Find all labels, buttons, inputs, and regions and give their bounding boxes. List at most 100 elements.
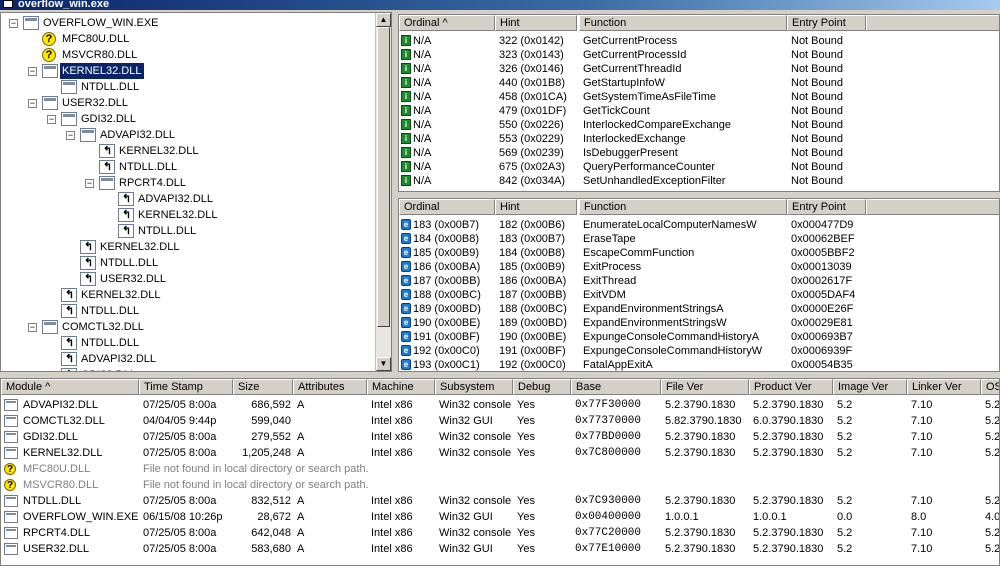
collapse-toggle-icon[interactable]: − (9, 19, 18, 28)
module-row[interactable]: COMCTL32.DLL 04/04/05 9:44p 599,040 Intel x… (1, 413, 999, 429)
cell: 190 (0x00BE) (413, 317, 481, 329)
column-header[interactable]: Linker Ver (907, 379, 981, 395)
column-header[interactable]: Ordinal (399, 199, 495, 215)
module-row[interactable]: GDI32.DLL 07/25/05 8:00a 279,552 A Intel x86… (1, 429, 999, 445)
list-row[interactable]: i N/A 440 (0x01B8) GetStartupInfoW Not Bound (399, 76, 999, 90)
cell: 5.2 (837, 495, 853, 507)
column-header[interactable]: Debug (513, 379, 571, 395)
column-header[interactable]: Function (579, 15, 787, 31)
list-row[interactable]: e 193 (0x00C1) 192 (0x00C0) FatalAppExitA 0x… (399, 358, 999, 371)
module-row[interactable]: NTDLL.DLL 07/25/05 8:00a 832,512 A Intel x86… (1, 493, 1000, 509)
list-row[interactable]: i N/A 323 (0x0143) GetCurrentProcessId Not B… (399, 48, 999, 62)
column-header[interactable]: Machine (367, 379, 435, 395)
module-list[interactable]: Module ^ Time Stamp Size Attributes Machine S… (0, 378, 1000, 566)
list-row[interactable]: e 192 (0x00C0) 191 (0x00BF) ExpungeConsoleC… (399, 344, 999, 358)
module-row[interactable]: OVERFLOW_WIN.EXE 06/15/08 10:26p 28,672 A In… (1, 509, 999, 525)
export-function-icon: e (401, 233, 411, 244)
list-row[interactable]: e 186 (0x00BA) 185 (0x00B9) ExitProcess 0x00… (399, 260, 999, 274)
list-row[interactable]: e 185 (0x00B9) 184 (0x00B8) EscapeCommFunct… (399, 246, 999, 260)
cell: 7.10 (911, 447, 933, 459)
cell: 583,680 (251, 543, 291, 555)
column-header[interactable]: Function (579, 199, 787, 215)
exports-list[interactable]: Ordinal Hint Function Entry Point e 183 (0x0… (398, 198, 1000, 372)
list-row[interactable]: e 187 (0x00BB) 186 (0x00BA) ExitThread 0x000… (399, 274, 999, 288)
tree-node-label: RPCRT4.DLL (119, 177, 187, 189)
list-row[interactable]: e 183 (0x00B7) 182 (0x00B6) EnumerateLocalC… (399, 218, 999, 232)
collapse-toggle-icon[interactable]: − (28, 323, 37, 332)
list-row[interactable]: e 190 (0x00BE) 189 (0x00BD) ExpandEnvironme… (399, 316, 999, 330)
column-header-filler (866, 199, 999, 215)
list-row[interactable]: i N/A 479 (0x01DF) GetTickCount Not Bound (399, 104, 999, 118)
column-header[interactable]: Hint (495, 199, 577, 215)
cell: 5.2.3790.1830 (753, 527, 824, 539)
collapse-toggle-icon[interactable]: − (85, 179, 94, 188)
cell: 7.10 (911, 431, 933, 443)
export-function-icon: e (401, 219, 411, 230)
cell: 5.2.3790.1830 (753, 399, 824, 411)
list-row[interactable]: i N/A 569 (0x0239) IsDebuggerPresent Not Bou… (399, 146, 999, 160)
tree-node-label: NTDLL.DLL (81, 81, 140, 93)
module-row[interactable]: RPCRT4.DLL 07/25/05 8:00a 642,048 A Intel x8… (1, 525, 999, 541)
parent-imports-list[interactable]: Ordinal ^ Hint Function Entry Point i N/A 322… (398, 14, 1000, 192)
list-row[interactable]: e 184 (0x00B8) 183 (0x00B7) EraseTape 0x0006… (399, 232, 999, 246)
column-header[interactable]: Product Ver (749, 379, 833, 395)
module-row[interactable]: USER32.DLL 07/25/05 8:00a 583,680 A Intel x8… (1, 541, 999, 557)
column-header[interactable]: OS (981, 379, 999, 395)
column-header[interactable]: Module ^ (1, 379, 139, 395)
column-header[interactable]: Entry Point (787, 199, 866, 215)
column-header[interactable]: Time Stamp (139, 379, 233, 395)
column-header[interactable]: Subsystem (435, 379, 513, 395)
column-header[interactable]: File Ver (661, 379, 749, 395)
module-row[interactable]: ? MFC80U.DLL File not found in local direc… (1, 461, 999, 477)
list-row[interactable]: e 191 (0x00BF) 190 (0x00BE) ExpungeConsoleC… (399, 330, 999, 344)
collapse-toggle-icon[interactable]: − (66, 131, 75, 140)
scroll-thumb[interactable] (377, 27, 390, 327)
cell: Yes (517, 527, 535, 539)
scroll-up-arrow-icon[interactable]: ▲ (376, 13, 391, 27)
collapse-toggle-icon[interactable]: − (28, 99, 37, 108)
forwarded-module-icon (61, 335, 77, 351)
module-row[interactable]: KERNEL32.DLL 07/25/05 8:00a 1,205,248 A Inte… (1, 445, 999, 461)
cell: Yes (517, 447, 535, 459)
list-row[interactable]: i N/A 458 (0x01CA) GetSystemTimeAsFileTime N… (399, 90, 999, 104)
column-header[interactable]: Entry Point (787, 15, 866, 31)
list-row[interactable]: i N/A 553 (0x0229) InterlockedExchange Not B… (399, 132, 999, 146)
column-header-filler (866, 15, 999, 31)
column-header[interactable]: Ordinal ^ (399, 15, 495, 31)
list-row[interactable]: e 189 (0x00BD) 188 (0x00BC) ExpandEnvironme… (399, 302, 999, 316)
tree-vertical-scrollbar[interactable]: ▲ ▼ (375, 13, 391, 371)
cell: 5.2 (985, 495, 1000, 507)
list-row[interactable]: i N/A 550 (0x0226) InterlockedCompareExchan… (399, 118, 999, 132)
export-function-icon: e (401, 317, 411, 328)
cell: 0x0002617F (791, 275, 853, 287)
cell: Intel x86 (371, 543, 413, 555)
collapse-toggle-icon[interactable]: − (28, 67, 37, 76)
module-row[interactable]: ADVAPI32.DLL 07/25/05 8:00a 686,592 A Intel … (1, 397, 999, 413)
column-header[interactable]: Size (233, 379, 293, 395)
column-header[interactable]: Attributes (293, 379, 367, 395)
scroll-down-arrow-icon[interactable]: ▼ (376, 357, 391, 371)
list-row[interactable]: i N/A 326 (0x0146) GetCurrentThreadId Not Bo… (399, 62, 999, 76)
list-row[interactable]: i N/A 322 (0x0142) GetCurrentProcess Not Bou… (399, 34, 999, 48)
list-row[interactable]: i N/A 842 (0x034A) SetUnhandledExceptionFil… (399, 174, 999, 188)
cell: 1,205,248 (242, 447, 291, 459)
cell: GDI32.DLL (23, 431, 79, 443)
export-function-icon: e (401, 359, 411, 370)
column-header[interactable]: Image Ver (833, 379, 907, 395)
cell: InterlockedCompareExchange (583, 119, 731, 131)
collapse-toggle-icon[interactable]: − (47, 115, 56, 124)
module-row[interactable]: ? MSVCR80.DLL File not found in local dire… (1, 477, 999, 493)
list-row[interactable]: e 188 (0x00BC) 187 (0x00BB) ExitVDM 0x0005DA… (399, 288, 999, 302)
cell: 28,672 (257, 511, 291, 523)
cell: EraseTape (583, 233, 636, 245)
column-header[interactable]: Base (571, 379, 661, 395)
cell: InterlockedExchange (583, 133, 686, 145)
module-icon (42, 96, 58, 110)
module-dependency-tree[interactable]: ▲ ▼ − OVERFLOW_WIN.EXE? MFC80U.DLL? MSVCR80… (0, 12, 392, 372)
list-row[interactable]: i N/A 675 (0x02A3) QueryPerformanceCounter N… (399, 160, 999, 174)
cell: 326 (0x0146) (499, 63, 564, 75)
column-header[interactable]: Hint (495, 15, 577, 31)
cell: 189 (0x00BD) (413, 303, 481, 315)
cell: Intel x86 (371, 399, 413, 411)
title-bar[interactable]: overflow_win.exe (0, 0, 1000, 10)
